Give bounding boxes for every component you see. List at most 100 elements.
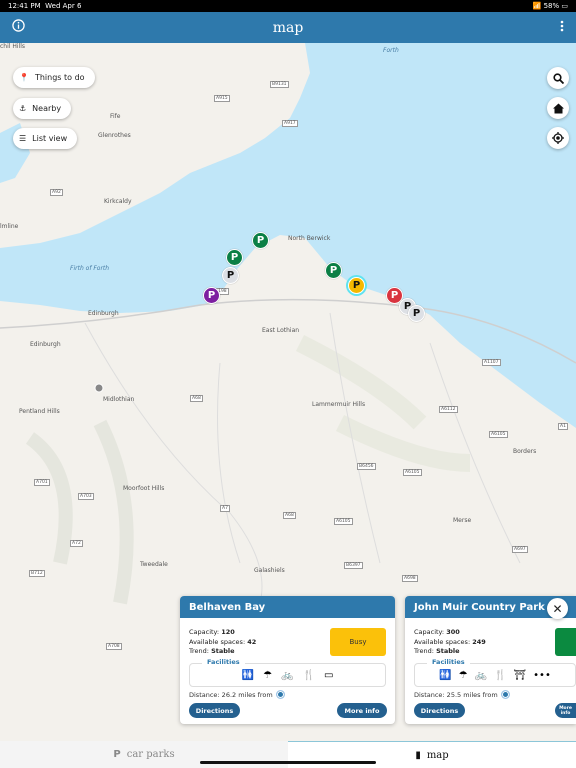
toilets-icon: 🚻: [439, 669, 452, 681]
road-label: A68: [283, 512, 296, 519]
road-label: A1107: [482, 359, 501, 366]
place-label: chil Hills: [0, 43, 25, 50]
car-park-marker[interactable]: P: [408, 305, 425, 322]
map-icon: ▮: [415, 749, 421, 761]
cycle-icon: 🚲: [474, 669, 487, 681]
food-icon: 🍴: [302, 669, 315, 681]
time: 12:41 PM: [8, 2, 41, 10]
place-label: Firth of Forth: [70, 265, 110, 272]
capacity-label: Capacity:: [189, 628, 220, 636]
place-label: Moorfoot Hills: [123, 485, 165, 492]
occupancy-status-badge: Busy: [330, 628, 386, 656]
app-header: map: [0, 12, 576, 43]
info-icon[interactable]: [12, 19, 25, 35]
place-label: Fife: [110, 113, 121, 120]
road-label: B712: [29, 570, 45, 577]
facilities-label: Facilities: [202, 658, 245, 666]
list-view-button[interactable]: ☰ List view: [13, 128, 78, 149]
close-icon: ✕: [552, 601, 563, 616]
more-info-button[interactable]: More info: [337, 703, 387, 718]
occupancy-status-badge: [555, 628, 576, 656]
toilets-icon: 🚻: [241, 669, 255, 681]
search-icon: [552, 72, 564, 84]
list-icon: ☰: [19, 134, 27, 143]
place-label: North Berwick: [288, 235, 331, 242]
location-dot-icon: [275, 690, 285, 699]
status-bar: 12:41 PM Wed Apr 6 📶 58% ▭: [0, 0, 576, 12]
available-label: Available spaces:: [414, 637, 471, 646]
place-label: East Lothian: [262, 327, 300, 334]
cycle-icon: 🚲: [281, 669, 294, 681]
more-icon: •••: [533, 669, 551, 681]
locate-button[interactable]: [547, 127, 569, 149]
facilities-box: Facilities 🚻 ☂ 🚲 🍴 ▭: [189, 658, 386, 687]
nearby-icon: ⚓: [19, 104, 27, 113]
tab-label: map: [426, 749, 449, 761]
place-label: Galashiels: [254, 567, 285, 574]
road-label: A6112: [439, 406, 458, 413]
shower-icon: ☂: [263, 669, 273, 681]
car-park-marker[interactable]: P: [252, 232, 269, 249]
available-label: Available spaces:: [189, 637, 246, 646]
directions-button[interactable]: Directions: [189, 703, 240, 718]
trend-label: Trend:: [414, 647, 434, 655]
search-button[interactable]: [547, 67, 569, 89]
road-label: B6397: [344, 562, 363, 569]
date: Wed Apr 6: [45, 2, 82, 10]
road-label: A915: [214, 95, 230, 102]
home-button[interactable]: [547, 97, 569, 119]
car-park-marker[interactable]: P: [222, 267, 239, 284]
more-vertical-icon[interactable]: [560, 20, 564, 35]
card-info: Capacity: 120 Available spaces: 42 Trend…: [189, 628, 256, 657]
road-label: A7: [220, 505, 230, 512]
road-label: A6105: [489, 431, 508, 438]
card-payment-icon: ▭: [323, 669, 334, 681]
road-label: A72: [70, 540, 83, 547]
road-label: A6105: [334, 518, 353, 525]
trend-value: Stable: [211, 647, 235, 655]
facilities-box: Facilities 🚻 ☂ 🚲 🍴 ⛩ •••: [414, 658, 576, 687]
page-title: map: [272, 19, 304, 36]
road-label: A703: [78, 493, 94, 500]
things-to-do-label: Things to do: [34, 73, 85, 82]
road-label: A92: [50, 189, 63, 196]
map-pin-icon: 📍: [19, 73, 29, 82]
more-info-button[interactable]: More info: [555, 703, 576, 718]
car-park-card[interactable]: Belhaven Bay Capacity: 120 Available spa…: [180, 596, 395, 724]
trend-value: Stable: [436, 647, 460, 655]
nearby-label: Nearby: [32, 104, 62, 113]
road-label: A917: [282, 120, 298, 127]
battery: 📶 58% ▭: [532, 2, 568, 10]
list-view-label: List view: [32, 134, 68, 143]
place-label: Kirkcaldy: [104, 198, 132, 205]
capacity-value: 300: [446, 628, 460, 636]
home-indicator: [200, 761, 376, 764]
parking-icon: P: [113, 749, 121, 760]
place-label: Merse: [453, 517, 472, 524]
road-label: A1: [558, 423, 568, 430]
place-label: Pentland Hills: [19, 408, 60, 415]
road-label: A6105: [403, 469, 422, 476]
car-park-marker[interactable]: P: [203, 287, 220, 304]
facilities-label: Facilities: [427, 658, 470, 666]
place-label: Midlothian: [103, 396, 135, 403]
picnic-icon: ⛩: [513, 669, 527, 681]
battery-level: 58%: [543, 2, 560, 10]
car-park-marker[interactable]: P: [226, 249, 243, 266]
distance-text: Distance: 26.2 miles from: [189, 690, 273, 699]
car-park-marker[interactable]: P: [348, 277, 365, 294]
road-label: B6456: [357, 463, 376, 470]
directions-button[interactable]: Directions: [414, 703, 465, 718]
place-label: Glenrothes: [98, 132, 131, 139]
road-label: A68: [190, 395, 203, 402]
available-value: 42: [247, 637, 257, 646]
locate-icon: [552, 132, 564, 144]
nearby-button[interactable]: ⚓ Nearby: [13, 98, 72, 119]
place-label: lmline: [0, 223, 19, 230]
things-to-do-button[interactable]: 📍 Things to do: [13, 67, 95, 88]
car-park-marker[interactable]: P: [325, 262, 342, 279]
place-label: Edinburgh: [30, 341, 61, 348]
road-label: A698: [402, 575, 418, 582]
road-label: B9131: [270, 81, 289, 88]
close-button[interactable]: ✕: [547, 598, 568, 619]
